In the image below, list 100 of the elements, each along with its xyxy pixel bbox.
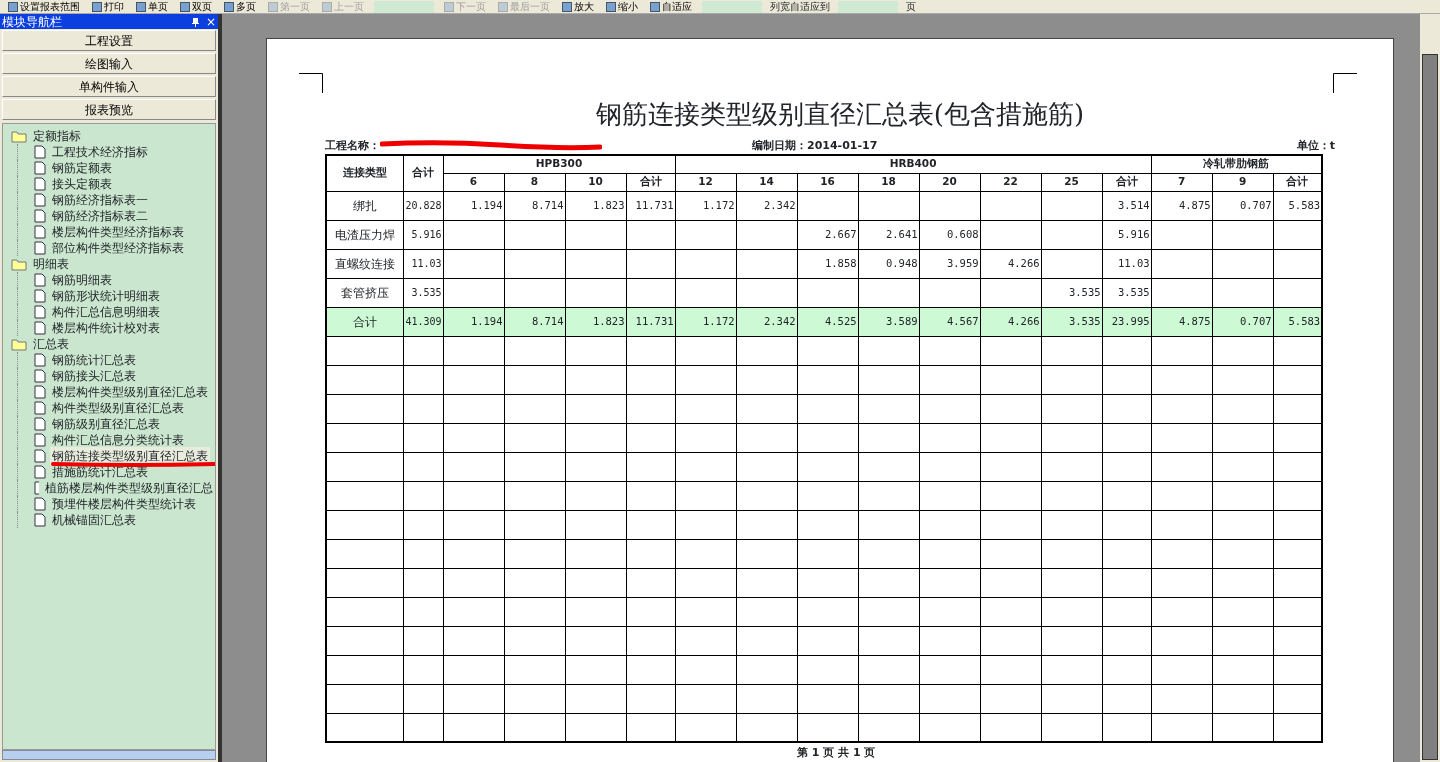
tree-item[interactable]: 植筋楼层构件类型级别直径汇总 <box>43 479 215 497</box>
toolbar-icon <box>322 1 332 12</box>
table-cell: 0.608 <box>919 220 981 249</box>
toolbar-icon <box>180 1 190 12</box>
section-button[interactable]: 报表预览 <box>2 99 216 120</box>
tree-item[interactable]: 钢筋级别直径汇总表 <box>50 415 162 433</box>
tree-item[interactable]: 措施筋统计汇总表 <box>50 463 150 481</box>
document-icon <box>34 369 46 383</box>
document-icon <box>34 513 46 527</box>
tree-item[interactable]: 楼层构件类型级别直径汇总表 <box>50 383 210 401</box>
tree-folder[interactable]: 汇总表 <box>31 335 71 353</box>
toolbar-button[interactable]: 缩小 <box>604 0 640 13</box>
toolbar-icon <box>444 1 454 12</box>
column-header: 连接类型 <box>326 155 403 191</box>
column-header: 8 <box>504 173 565 191</box>
tree-item[interactable]: 预埋件楼层构件类型统计表 <box>50 495 198 513</box>
table-cell: 0.948 <box>858 249 920 278</box>
page-field[interactable] <box>702 0 762 13</box>
horizontal-scrollbar[interactable] <box>2 750 216 760</box>
toolbar-button[interactable]: 设置报表范围 <box>6 0 82 13</box>
table-cell: 4.266 <box>980 307 1042 336</box>
document-icon <box>34 177 46 191</box>
column-header: 10 <box>565 173 626 191</box>
column-header: 25 <box>1041 173 1103 191</box>
table-cell: 4.875 <box>1151 307 1213 336</box>
column-header: 20 <box>919 173 981 191</box>
section-button[interactable]: 工程设置 <box>2 30 216 51</box>
tree-item[interactable]: 构件汇总信息分类统计表 <box>50 431 186 449</box>
document-icon <box>34 193 46 207</box>
toolbar-button[interactable]: 放大 <box>560 0 596 13</box>
toolbar-icon <box>650 1 660 12</box>
table-cell: 2.667 <box>797 220 859 249</box>
column-header: 7 <box>1151 173 1213 191</box>
tree-item[interactable]: 部位构件类型经济指标表 <box>50 239 186 257</box>
tree-item[interactable]: 钢筋经济指标表二 <box>50 207 150 225</box>
column-header: 合计 <box>1273 173 1323 191</box>
section-button[interactable]: 单构件输入 <box>2 76 216 97</box>
toolbar-icon <box>92 1 102 12</box>
folder-icon <box>11 129 27 143</box>
column-header: 合计 <box>626 173 676 191</box>
tree-item[interactable]: 楼层构件统计校对表 <box>50 319 162 337</box>
scrollbar-thumb[interactable] <box>1422 54 1438 760</box>
toolbar-button[interactable]: 多页 <box>222 0 258 13</box>
group-header: HPB300 <box>443 155 676 173</box>
document-icon <box>34 145 46 159</box>
tree-item[interactable]: 接头定额表 <box>50 175 114 193</box>
table-cell: 绑扎 <box>326 191 403 220</box>
table-cell: 0.707 <box>1212 307 1274 336</box>
column-header: 14 <box>736 173 798 191</box>
table-cell: 5.916 <box>403 220 443 249</box>
tree-item[interactable]: 构件类型级别直径汇总表 <box>50 399 186 417</box>
document-icon <box>34 161 46 175</box>
toolbar-icon <box>224 1 234 12</box>
table-cell: 1.858 <box>797 249 859 278</box>
table-cell: 4.567 <box>919 307 981 336</box>
table-cell: 2.342 <box>736 191 798 220</box>
document-icon <box>34 385 46 399</box>
page-field[interactable] <box>838 0 898 13</box>
column-header: 合计 <box>403 155 443 191</box>
document-icon <box>34 401 46 415</box>
tree-folder[interactable]: 定额指标 <box>31 127 83 145</box>
column-header: 9 <box>1212 173 1274 191</box>
table-cell: 3.589 <box>858 307 920 336</box>
tree-item[interactable]: 工程技术经济指标 <box>50 143 150 161</box>
toolbar-button[interactable]: 双页 <box>178 0 214 13</box>
tree-item[interactable]: 钢筋统计汇总表 <box>50 351 138 369</box>
table-cell: 2.342 <box>736 307 798 336</box>
tree-item[interactable]: 钢筋定额表 <box>50 159 114 177</box>
table-cell: 1.194 <box>443 307 504 336</box>
tree-item[interactable]: 钢筋形状统计明细表 <box>50 287 162 305</box>
close-button[interactable]: × <box>205 12 216 31</box>
pin-icon[interactable] <box>190 16 200 27</box>
table-cell: 0.707 <box>1212 191 1274 220</box>
tree-item[interactable]: 楼层构件类型经济指标表 <box>50 223 186 241</box>
toolbar-button[interactable]: 打印 <box>90 0 126 13</box>
tree-item[interactable]: 钢筋明细表 <box>50 271 114 289</box>
folder-icon <box>11 257 27 271</box>
tree-item[interactable]: 机械锚固汇总表 <box>50 511 138 529</box>
document-icon <box>34 417 46 431</box>
section-button[interactable]: 绘图输入 <box>2 53 216 74</box>
tree-item[interactable]: 钢筋经济指标表一 <box>50 191 150 209</box>
page-field[interactable] <box>374 0 434 13</box>
tree-item[interactable]: 钢筋接头汇总表 <box>50 367 138 385</box>
table-cell: 4.875 <box>1151 191 1213 220</box>
document-icon <box>34 353 46 367</box>
table-cell: 直螺纹连接 <box>326 249 403 278</box>
table-cell: 合计 <box>326 307 403 336</box>
column-header: 合计 <box>1102 173 1152 191</box>
document-icon <box>34 273 46 287</box>
document-icon <box>34 241 46 255</box>
tree-item[interactable]: 构件汇总信息明细表 <box>50 303 162 321</box>
toolbar-button[interactable]: 自适应 <box>648 0 694 13</box>
toolbar-icon <box>498 1 508 12</box>
toolbar-button[interactable]: 单页 <box>134 0 170 13</box>
column-header: 12 <box>675 173 737 191</box>
table-cell: 3.535 <box>403 278 443 307</box>
toolbar-icon <box>8 1 18 12</box>
table-cell: 20.828 <box>403 191 443 220</box>
tree-folder[interactable]: 明细表 <box>31 255 71 273</box>
table-cell: 3.535 <box>1041 278 1103 307</box>
